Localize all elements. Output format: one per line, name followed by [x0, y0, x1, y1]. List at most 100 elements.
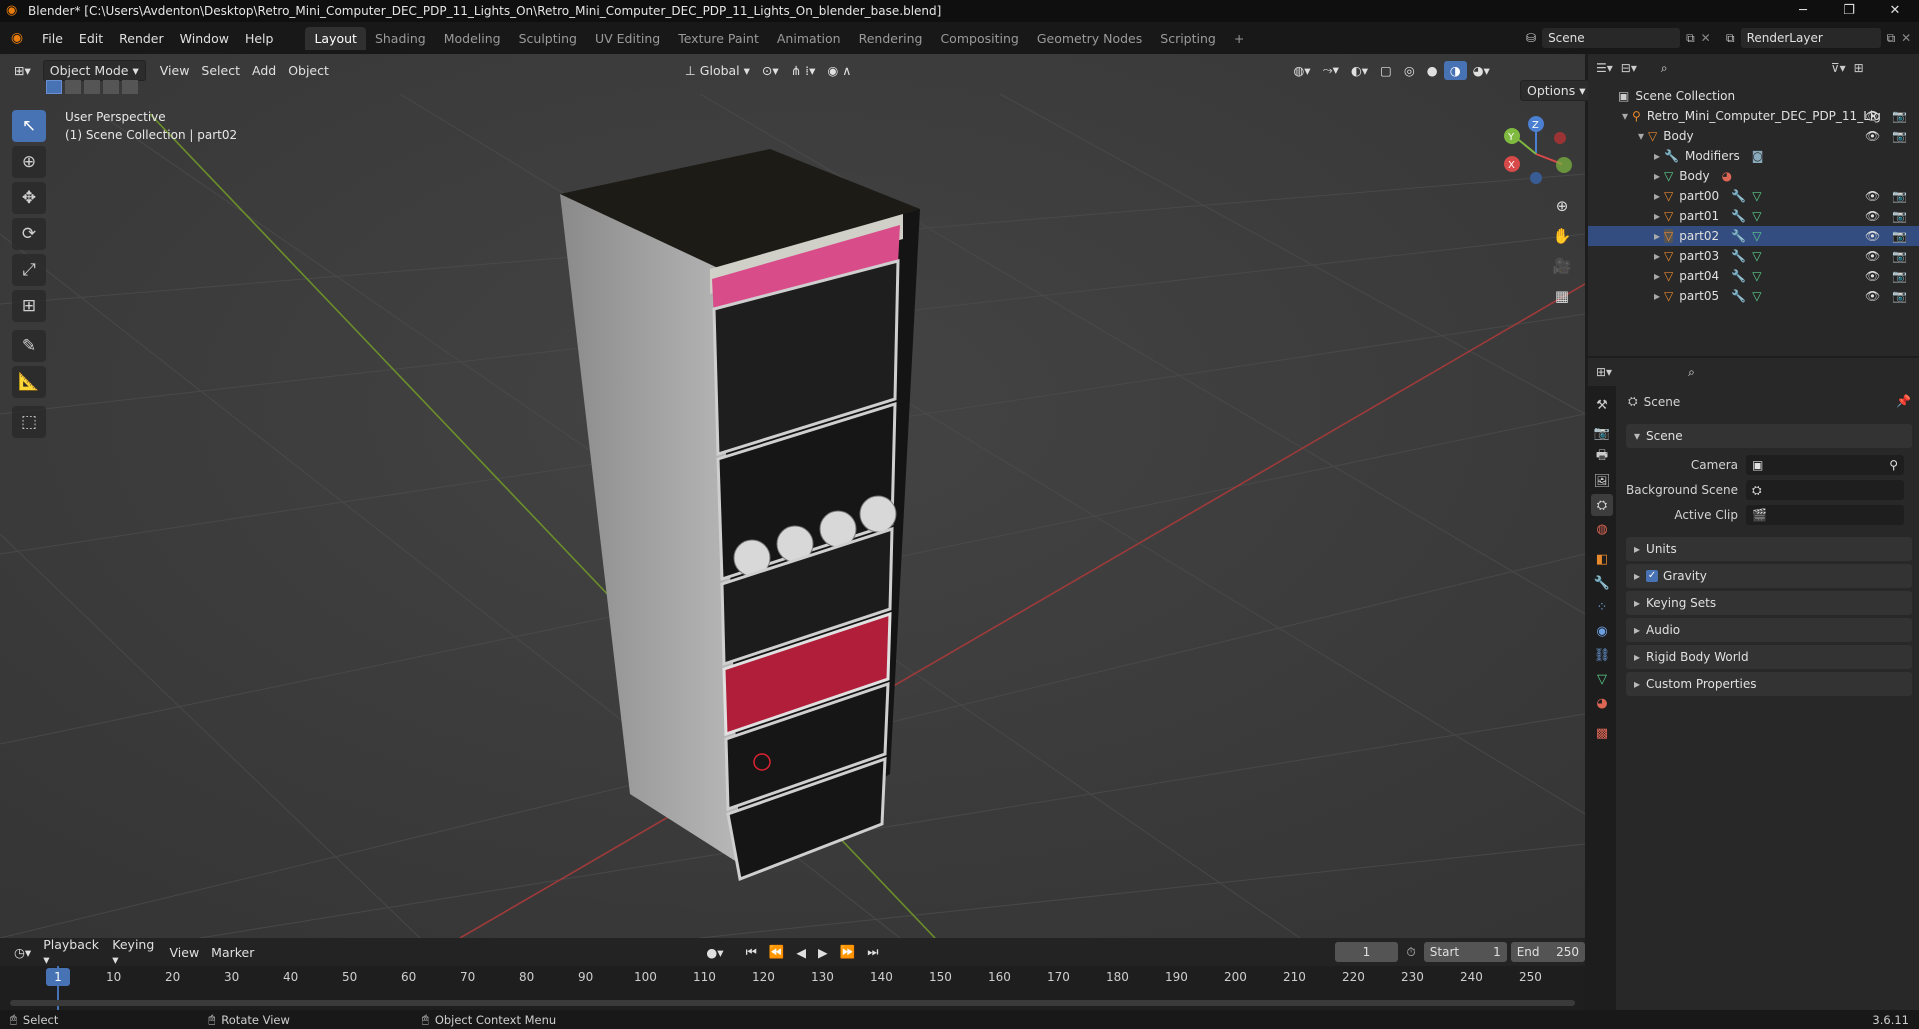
transform-orientation-dropdown[interactable]: ⊥ Global ▾ [679, 61, 756, 80]
playhead-frame-badge[interactable]: 1 [46, 968, 70, 986]
camera-view-icon[interactable]: 🎥 [1548, 252, 1576, 280]
outliner-part-row[interactable]: ▸ ▽ part03 🔧 ▽ 👁 📷 [1588, 246, 1919, 266]
measure-tool[interactable]: 📐 [12, 366, 46, 398]
material-shading-icon[interactable]: ◑ [1443, 60, 1467, 80]
tab-geometry-nodes[interactable]: Geometry Nodes [1028, 27, 1151, 50]
navigation-gizmo[interactable]: Z Y X [1496, 112, 1576, 192]
keying-menu[interactable]: Keying ▾ [106, 935, 163, 969]
expand-chevron-icon[interactable]: ▸ [1654, 249, 1660, 263]
maximize-button[interactable]: ❐ [1826, 0, 1872, 22]
units-panel[interactable]: ▸ Units [1626, 537, 1912, 561]
expand-chevron-icon[interactable]: ▸ [1654, 289, 1660, 303]
remove-layer-icon[interactable]: ✕ [1901, 31, 1911, 45]
scene-section-header[interactable]: ▾ Scene [1626, 424, 1912, 448]
scale-tool[interactable]: ⤢ [12, 254, 46, 286]
render-layer-field[interactable]: RenderLayer [1740, 28, 1881, 48]
menu-file[interactable]: File [34, 31, 71, 46]
end-frame-field[interactable]: End 250 [1510, 942, 1585, 962]
object-tab-icon[interactable]: ◧ [1591, 548, 1613, 570]
output-tab-icon[interactable]: 🖶 [1591, 446, 1613, 468]
timeline-view-menu[interactable]: View [164, 943, 206, 962]
3d-viewport[interactable] [0, 54, 1585, 938]
select-extend-icon[interactable] [65, 80, 81, 94]
zoom-icon[interactable]: ⊕ [1548, 192, 1576, 220]
display-mode-icon[interactable]: ⊟▾ [1621, 61, 1637, 75]
annotate-tool[interactable]: ✎ [12, 330, 46, 362]
viewport-menu-select[interactable]: Select [195, 61, 246, 80]
visibility-eye-icon[interactable]: 👁 📷 [1865, 109, 1911, 123]
remove-scene-icon[interactable]: ✕ [1701, 31, 1711, 45]
copy-layer-icon[interactable]: ⧉ [1887, 31, 1896, 46]
background-scene-field[interactable]: ⛭ [1746, 480, 1904, 500]
current-frame-field[interactable]: 1 [1334, 942, 1399, 962]
viewport-menu-view[interactable]: View [154, 61, 196, 80]
tab-sculpting[interactable]: Sculpting [510, 27, 586, 50]
menu-help[interactable]: Help [237, 31, 282, 46]
viewport-menu-add[interactable]: Add [246, 61, 282, 80]
wireframe-shading-icon[interactable]: ◎ [1398, 61, 1421, 80]
xray-icon[interactable]: ▢ [1374, 61, 1398, 80]
active-clip-field[interactable]: 🎬 [1746, 505, 1904, 525]
outliner-search-input[interactable]: ⌕ [1654, 58, 1767, 78]
outliner-scene-collection[interactable]: ▣ Scene Collection [1588, 86, 1919, 106]
expand-chevron-icon[interactable]: ▾ [1622, 109, 1628, 123]
options-dropdown[interactable]: Options ▾ [1520, 80, 1593, 101]
rigid-body-world-panel[interactable]: ▸ Rigid Body World [1626, 645, 1912, 669]
modifier-tab-icon[interactable]: 🔧 [1591, 572, 1613, 594]
properties-search-input[interactable]: ⌕ [1682, 362, 1793, 382]
pan-hand-icon[interactable]: ✋ [1548, 222, 1576, 250]
outliner-editor-icon[interactable]: ☰▾ [1596, 61, 1613, 75]
viewport-menu-object[interactable]: Object [282, 61, 335, 80]
data-tab-icon[interactable]: ▽ [1591, 668, 1613, 690]
tab-shading[interactable]: Shading [366, 27, 435, 50]
custom-properties-panel[interactable]: ▸ Custom Properties [1626, 672, 1912, 696]
select-subtract-icon[interactable] [84, 80, 100, 94]
select-new-icon[interactable] [46, 80, 62, 94]
snap-icon[interactable]: ⋔ ⁞▾ [785, 61, 822, 80]
solid-shading-icon[interactable]: ● [1421, 61, 1444, 80]
camera-field[interactable]: ▣ ⚲ [1746, 455, 1904, 475]
expand-chevron-icon[interactable]: ▸ [1654, 189, 1660, 203]
new-collection-icon[interactable]: ⊞ [1854, 61, 1864, 75]
select-box-tool[interactable]: ↖ [12, 110, 46, 142]
select-intersect-icon[interactable] [122, 80, 138, 94]
texture-tab-icon[interactable]: ▩ [1591, 722, 1613, 744]
rendered-shading-icon[interactable]: ◕▾ [1467, 61, 1496, 80]
visibility-eye-icon[interactable]: 👁 📷 [1865, 209, 1911, 223]
close-button[interactable]: ✕ [1872, 0, 1918, 22]
overlay-toggle-icon[interactable]: ◐▾ [1345, 61, 1374, 80]
play-icon[interactable]: ▶ [812, 943, 834, 962]
visibility-eye-icon[interactable]: 👁 📷 [1865, 289, 1911, 303]
outliner-part-row[interactable]: ▸ ▽ part05 🔧 ▽ 👁 📷 [1588, 286, 1919, 306]
expand-chevron-icon[interactable]: ▸ [1654, 169, 1660, 183]
expand-chevron-icon[interactable]: ▸ [1654, 269, 1660, 283]
blender-menu-icon[interactable]: ◉ [0, 30, 34, 46]
move-tool[interactable]: ✥ [12, 182, 46, 214]
timeline-editor-icon[interactable]: ◷▾ [8, 943, 37, 962]
start-frame-field[interactable]: Start 1 [1423, 942, 1507, 962]
expand-chevron-icon[interactable]: ▸ [1654, 229, 1660, 243]
tab-compositing[interactable]: Compositing [931, 27, 1027, 50]
gravity-panel[interactable]: ▸ ✓ Gravity [1626, 564, 1912, 588]
jump-next-keyframe-icon[interactable]: ⏩ [834, 942, 862, 962]
physics-tab-icon[interactable]: ◉ [1591, 620, 1613, 642]
tab-scripting[interactable]: Scripting [1151, 27, 1225, 50]
outliner-body-row[interactable]: ▾ ▽ Body 👁 📷 [1588, 126, 1919, 146]
menu-render[interactable]: Render [111, 31, 172, 46]
menu-window[interactable]: Window [172, 31, 237, 46]
gizmo-toggle-icon[interactable]: ⤳▾ [1317, 60, 1345, 80]
rotate-tool[interactable]: ⟳ [12, 218, 46, 250]
mode-dropdown[interactable]: Object Mode ▾ [42, 59, 146, 81]
visibility-eye-icon[interactable]: 👁 📷 [1865, 249, 1911, 263]
add-workspace-button[interactable]: + [1225, 27, 1253, 50]
record-keyframe-icon[interactable]: ●▾ [700, 943, 729, 962]
cursor-tool[interactable]: ⊕ [12, 146, 46, 178]
visibility-eye-icon[interactable]: 👁 📷 [1865, 229, 1911, 243]
outliner-part-row[interactable]: ▸ ▽ part04 🔧 ▽ 👁 📷 [1588, 266, 1919, 286]
jump-start-icon[interactable]: ⏮ [740, 942, 763, 962]
jump-end-icon[interactable]: ⏭ [861, 942, 884, 962]
visibility-icon[interactable]: ◍▾ [1287, 61, 1316, 80]
tool-tab-icon[interactable]: ⚒ [1591, 394, 1613, 416]
copy-scene-icon[interactable]: ⧉ [1686, 31, 1695, 46]
timeline-scrollbar[interactable] [10, 1000, 1575, 1006]
